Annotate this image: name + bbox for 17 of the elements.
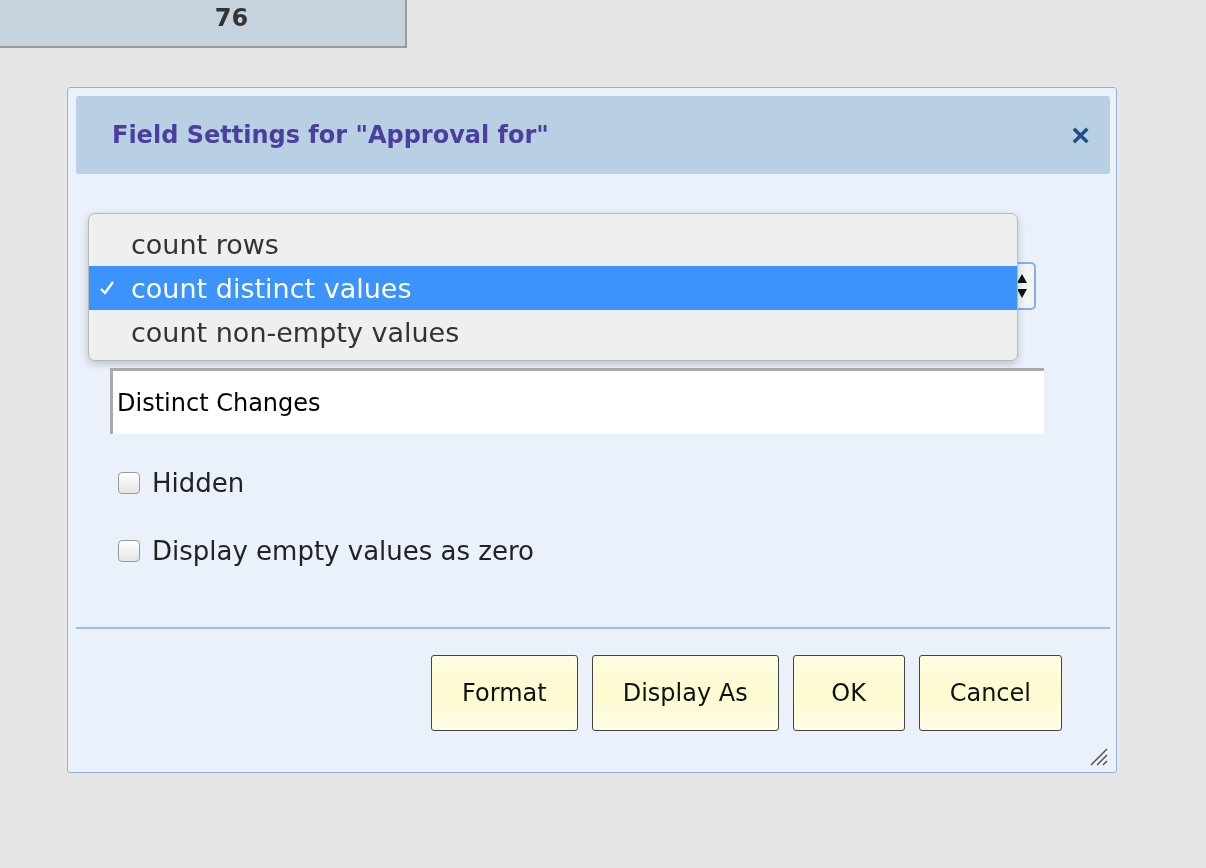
dialog-button[interactable]: Display As bbox=[591, 655, 779, 731]
table-header-cell: 76 bbox=[0, 0, 407, 48]
dialog-button[interactable]: Format bbox=[431, 655, 578, 731]
name-input-field[interactable]: Distinct Changes bbox=[110, 368, 1044, 434]
close-button[interactable]: × bbox=[1063, 119, 1098, 151]
checkbox[interactable] bbox=[118, 472, 140, 494]
stepper-arrows-icon bbox=[1016, 272, 1028, 300]
checkmark-icon bbox=[99, 280, 115, 296]
dropdown-option[interactable]: count rows bbox=[89, 222, 1017, 266]
resize-grip-icon[interactable] bbox=[1088, 746, 1108, 766]
checkbox[interactable] bbox=[118, 540, 140, 562]
dialog-title: Field Settings for "Approval for" bbox=[112, 121, 549, 149]
dialog-button[interactable]: OK bbox=[792, 655, 905, 731]
checkbox-label: Hidden bbox=[152, 468, 245, 498]
dialog-button[interactable]: Cancel bbox=[918, 655, 1062, 731]
dropdown-option[interactable]: count non-empty values bbox=[89, 310, 1017, 354]
checkbox-label: Display empty values as zero bbox=[152, 536, 534, 566]
